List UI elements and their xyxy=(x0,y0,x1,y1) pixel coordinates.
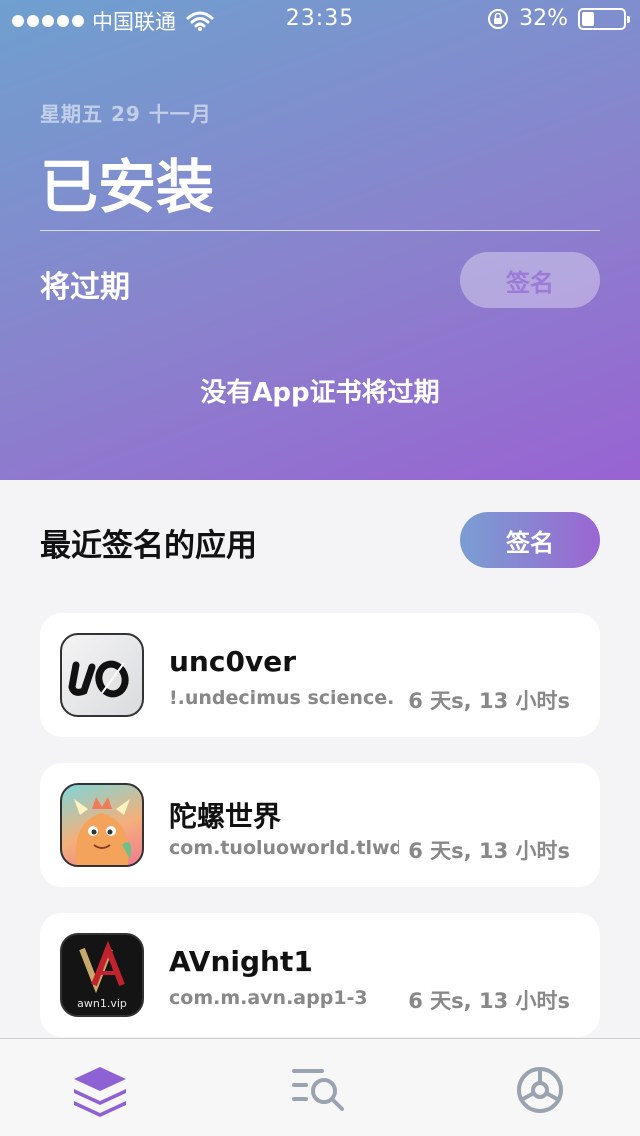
app-name: 陀螺世界 xyxy=(169,800,282,833)
avnight-icon: awn1.vip xyxy=(60,933,144,1017)
layers-icon xyxy=(74,1067,126,1117)
tab-search[interactable] xyxy=(292,1063,352,1117)
app-bundle-id: com.m.avn.app1-3 xyxy=(169,987,368,1009)
header-divider xyxy=(40,230,600,231)
status-bar: 中国联通 23:35 32% xyxy=(0,0,640,40)
app-card[interactable]: 陀螺世界 com.tuoluoworld.tlwd 6 天s, 13 小时s xyxy=(40,763,600,887)
header-panel: 中国联通 23:35 32% 星期五 29 十一月 已安装 将过期 签名 没有A… xyxy=(0,0,640,480)
gear-icon xyxy=(517,1067,563,1113)
dinosaur-icon xyxy=(60,783,144,867)
recent-sign-button[interactable]: 签名 xyxy=(460,512,600,568)
app-expiry-time: 6 天s, 13 小时s xyxy=(408,839,570,863)
app-name: AVnight1 xyxy=(169,945,313,978)
app-expiry-time: 6 天s, 13 小时s xyxy=(408,689,570,713)
tab-settings[interactable] xyxy=(510,1063,570,1117)
expiring-section-title: 将过期 xyxy=(40,270,130,305)
rotation-lock-icon xyxy=(488,8,509,29)
unc0ver-icon xyxy=(60,633,144,717)
no-expiring-message: 没有App证书将过期 xyxy=(200,378,440,408)
tab-bar xyxy=(0,1038,640,1136)
search-list-icon xyxy=(292,1069,344,1111)
app-bundle-id: !.undecimus science. xyxy=(169,687,395,709)
app-card[interactable]: unc0ver !.undecimus science. 6 天s, 13 小时… xyxy=(40,613,600,737)
battery-percent: 32% xyxy=(519,6,568,31)
battery-icon xyxy=(578,7,630,30)
app-name: unc0ver xyxy=(169,645,296,678)
expiring-sign-button[interactable]: 签名 xyxy=(460,252,600,308)
date-label: 星期五 29 十一月 xyxy=(40,102,212,126)
app-bundle-id: com.tuoluoworld.tlwd xyxy=(169,837,399,859)
svg-text:awn1.vip: awn1.vip xyxy=(77,997,127,1010)
page-title: 已安装 xyxy=(40,153,215,221)
recent-section-title: 最近签名的应用 xyxy=(40,528,257,564)
tab-installed[interactable] xyxy=(70,1063,130,1117)
app-expiry-time: 6 天s, 13 小时s xyxy=(408,989,570,1013)
app-card[interactable]: awn1.vip AVnight1 com.m.avn.app1-3 6 天s,… xyxy=(40,913,600,1037)
